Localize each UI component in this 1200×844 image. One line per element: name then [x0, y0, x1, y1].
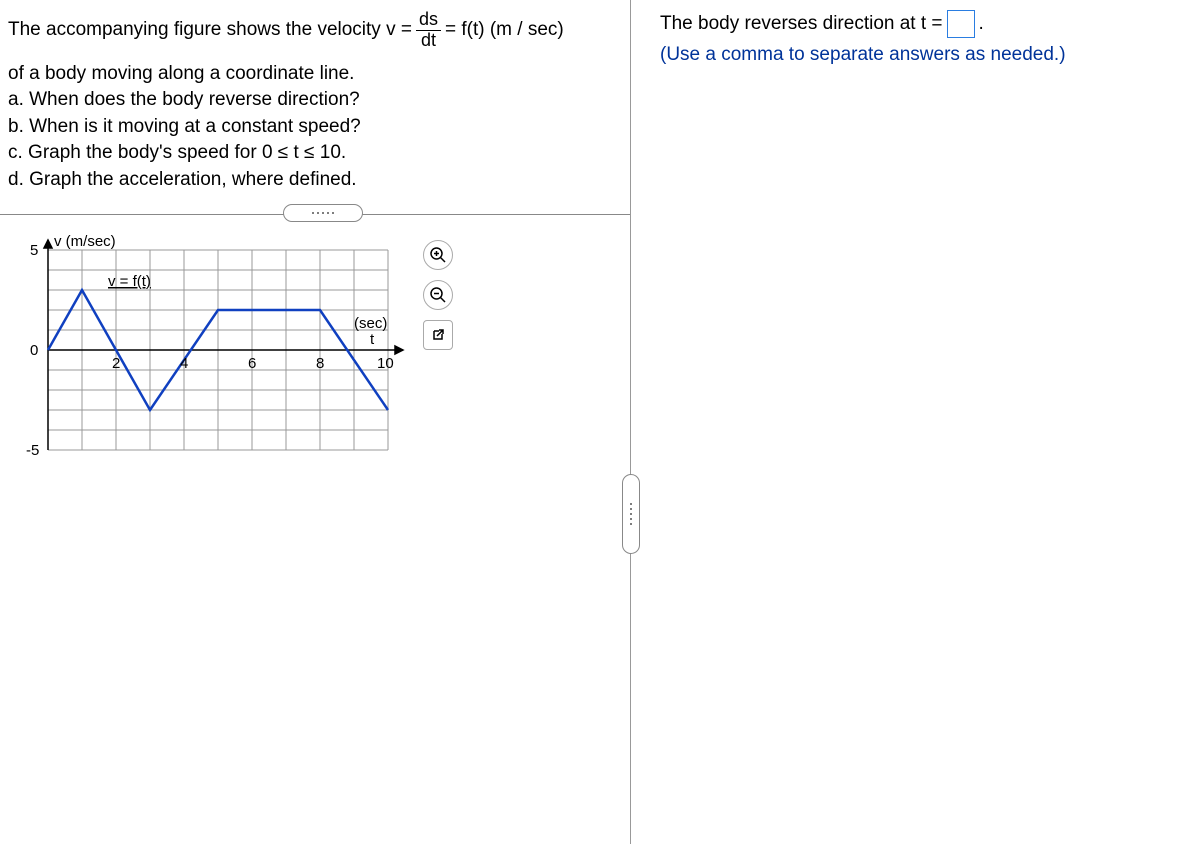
y-axis-label: v (m/sec)	[54, 233, 116, 250]
answer-prompt-prefix: The body reverses direction at t =	[660, 13, 943, 35]
x-axis-label-t: t	[370, 331, 375, 348]
vertical-divider	[630, 0, 631, 844]
answer-input[interactable]	[947, 10, 975, 38]
collapse-up-button[interactable]	[283, 204, 363, 222]
question-d: d. Graph the acceleration, where defined…	[8, 167, 630, 194]
zoom-in-button[interactable]	[423, 240, 453, 270]
x-axis-label: (sec)	[354, 315, 387, 332]
y-tick-0: 0	[30, 342, 38, 359]
velocity-chart: 5 0 -5 2 4 6 8 10 v (m/sec) v = f(t) (se…	[18, 230, 458, 500]
x-tick-4: 4	[180, 355, 188, 372]
open-external-button[interactable]	[423, 320, 453, 350]
zoom-out-button[interactable]	[423, 280, 453, 310]
x-tick-8: 8	[316, 355, 324, 372]
answer-prompt-suffix: .	[979, 13, 984, 35]
zoom-out-icon	[429, 286, 447, 304]
answer-hint: (Use a comma to separate answers as need…	[660, 44, 1190, 66]
question-c: c. Graph the body's speed for 0 ≤ t ≤ 10…	[8, 140, 630, 167]
open-external-icon	[430, 327, 446, 343]
x-tick-2: 2	[112, 355, 120, 372]
fraction-dsdt: ds dt	[416, 10, 441, 51]
problem-text: The accompanying figure shows the veloci…	[8, 19, 412, 42]
collapse-left-button[interactable]	[622, 474, 640, 554]
fraction-numerator: ds	[416, 10, 441, 31]
zoom-in-icon	[429, 246, 447, 264]
fraction-denominator: dt	[418, 31, 439, 51]
x-tick-10: 10	[377, 355, 394, 372]
problem-text-suffix: = f(t) (m / sec)	[445, 19, 564, 42]
question-a: a. When does the body reverse direction?	[8, 87, 630, 114]
curve-label: v = f(t)	[108, 273, 151, 290]
question-b: b. When is it moving at a constant speed…	[8, 114, 630, 141]
x-tick-6: 6	[248, 355, 256, 372]
problem-line2: of a body moving along a coordinate line…	[8, 61, 630, 88]
y-tick-neg5: -5	[26, 442, 39, 459]
y-tick-5: 5	[30, 242, 38, 259]
